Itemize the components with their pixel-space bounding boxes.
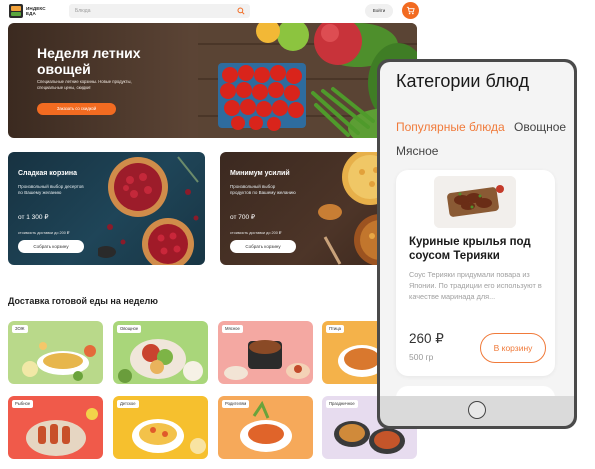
home-button-icon[interactable] xyxy=(468,401,486,419)
category-tag: Родителям xyxy=(222,400,250,408)
category-tag: Детское xyxy=(117,400,139,408)
add-to-cart-button[interactable]: В корзину xyxy=(480,333,546,363)
search-input[interactable]: Блюда xyxy=(69,4,250,18)
search-placeholder: Блюда xyxy=(75,8,91,14)
phone-bottom-bar xyxy=(380,396,574,426)
dish-image xyxy=(434,176,516,228)
login-button[interactable]: Войти xyxy=(365,4,393,18)
search-icon[interactable] xyxy=(237,7,245,15)
category-tag: Рыбное xyxy=(12,400,34,408)
promo-title: Сладкая корзина xyxy=(18,170,78,177)
tab-meat[interactable]: Мясное xyxy=(396,144,438,158)
category-tag: ЗОЖ xyxy=(12,325,28,333)
hero-title: Неделя летних овощей xyxy=(37,45,141,77)
cart-icon xyxy=(406,6,415,15)
page-title: Категории блюд xyxy=(396,71,530,91)
dish-card[interactable]: Куриные крылья под соусом Терияки Соус Т… xyxy=(396,170,555,376)
logo-text: ИНДЕКС ЕДА xyxy=(26,6,46,16)
category-tag: Мясное xyxy=(222,325,243,333)
category-card-healthy[interactable]: ЗОЖ xyxy=(8,321,103,384)
phone-mockup: Категории блюд Популярные блюда Овощное … xyxy=(377,59,577,429)
category-card-vegetable[interactable]: Овощное xyxy=(113,321,208,384)
category-card-fish[interactable]: Рыбное xyxy=(8,396,103,459)
tab-popular[interactable]: Популярные блюда xyxy=(396,120,505,134)
logo-icon xyxy=(9,4,23,18)
promo-delivery: стоимость доставки до 200 ₽ xyxy=(18,231,70,235)
hero-banner: Неделя летних овощей Специальные летние … xyxy=(8,23,417,138)
category-card-kids[interactable]: Детское xyxy=(113,396,208,459)
site-header: ИНДЕКС ЕДА Блюда Войти xyxy=(0,0,420,22)
logo[interactable]: ИНДЕКС ЕДА xyxy=(9,4,48,18)
tarts-image xyxy=(98,156,199,265)
category-tag: Праздничное xyxy=(326,400,358,408)
category-tag: Овощное xyxy=(117,325,142,333)
cart-button[interactable] xyxy=(402,2,419,19)
tab-vegetable[interactable]: Овощное xyxy=(514,120,566,134)
promo-price: от 700 ₽ xyxy=(230,214,256,221)
promo-card-sweet[interactable]: Сладкая корзина Произвольный выбор десер… xyxy=(8,152,205,265)
dish-name: Куриные крылья под соусом Терияки xyxy=(409,236,531,262)
dish-price: 260 ₽ xyxy=(409,331,444,346)
build-basket-button[interactable]: Собрать корзину xyxy=(230,240,296,253)
hero-discount-button[interactable]: Заказать со скидкой xyxy=(37,103,116,115)
promo-description: Произвольный выбор продуктов по Вашему ж… xyxy=(230,184,296,195)
hero-subtitle: Специальные летние корзины. Новые продук… xyxy=(37,79,132,90)
phone-screen: Категории блюд Популярные блюда Овощное … xyxy=(380,62,574,396)
promo-delivery: стоимость доставки до 200 ₽ xyxy=(230,231,282,235)
next-dish-card[interactable] xyxy=(396,386,555,396)
build-basket-button[interactable]: Собрать корзину xyxy=(18,240,84,253)
promo-description: Произвольный выбор десертов по Вашему же… xyxy=(18,184,84,195)
category-card-meat[interactable]: Мясное xyxy=(218,321,313,384)
promo-price: от 1 300 ₽ xyxy=(18,214,49,221)
category-tag: Птица xyxy=(326,325,344,333)
promo-title: Минимум усилий xyxy=(230,170,290,177)
section-title: Доставка готовой еды на неделю xyxy=(8,296,158,306)
dish-description: Соус Терияки придумали повара из Японии.… xyxy=(409,270,542,302)
category-card-parents[interactable]: Родителям xyxy=(218,396,313,459)
dish-weight: 500 гр xyxy=(409,352,434,362)
